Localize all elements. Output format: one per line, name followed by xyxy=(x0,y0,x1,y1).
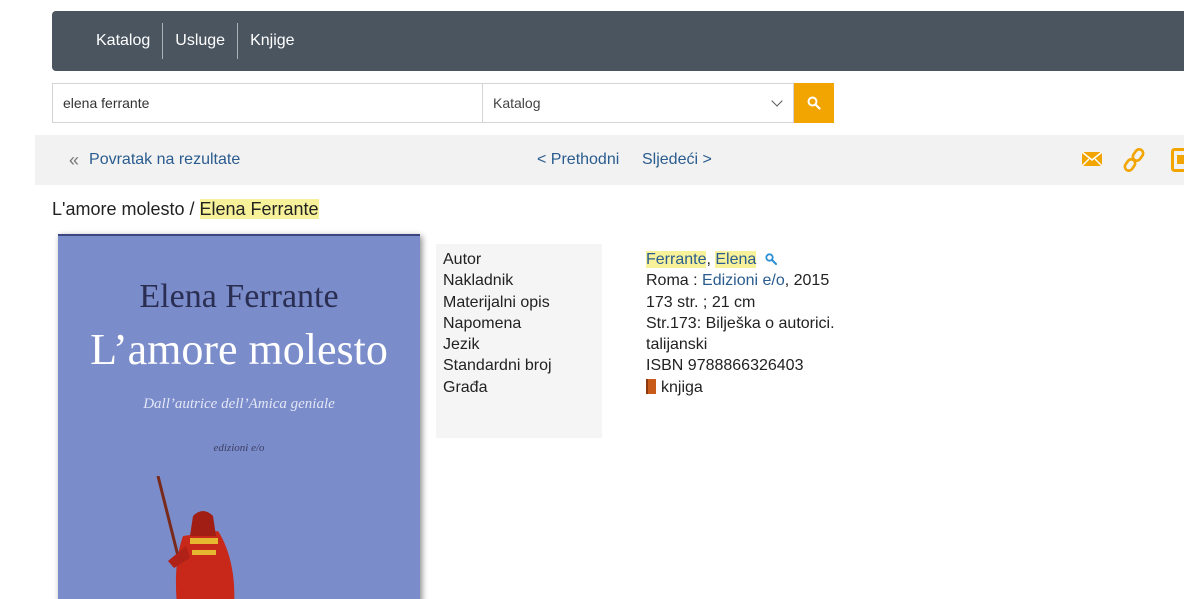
author-firstname-link[interactable]: Elena xyxy=(715,251,757,268)
publisher-year: , 2015 xyxy=(784,272,830,290)
record-field-labels: Autor Nakladnik Materijalni opis Napomen… xyxy=(436,244,602,438)
label-jezik: Jezik xyxy=(443,336,480,354)
label-grada: Građa xyxy=(443,378,488,396)
material-type: knjiga xyxy=(661,378,703,396)
value-materijalni-opis: 173 str. ; 21 cm xyxy=(646,293,756,311)
value-nakladnik: Roma : Edizioni e/o, 2015 xyxy=(646,270,835,291)
link-icon[interactable] xyxy=(1123,148,1145,172)
search-icon xyxy=(807,96,821,110)
value-grada: knjiga xyxy=(646,377,835,398)
cover-subtitle-text: Dall’autrice dell’Amica geniale xyxy=(143,396,335,412)
value-standardni-broj: ISBN 9788866326403 xyxy=(646,357,804,375)
export-icon[interactable] xyxy=(1171,148,1184,172)
search-scope-value: Katalog xyxy=(493,95,541,111)
label-materijalni-opis: Materijalni opis xyxy=(443,293,550,311)
label-napomena: Napomena xyxy=(443,314,522,332)
publisher-place: Roma : xyxy=(646,272,703,290)
cover-author-text: Elena Ferrante xyxy=(139,278,339,315)
nav-katalog[interactable]: Katalog xyxy=(86,21,162,61)
label-standardni-broj: Standardni broj xyxy=(443,357,552,375)
author-lastname-link[interactable]: Ferrante xyxy=(646,251,707,268)
back-to-results-link[interactable]: « Povratak na rezultate xyxy=(69,150,240,171)
cover-publisher-text: edizioni e/o xyxy=(213,442,265,454)
record-title-text: L'amore molesto / xyxy=(52,199,200,219)
record-toolbar: « Povratak na rezultate < Prethodni Slje… xyxy=(35,135,1184,185)
previous-record-link[interactable]: < Prethodni xyxy=(537,151,619,169)
search-button[interactable] xyxy=(794,83,834,123)
back-to-results-label: Povratak na rezultate xyxy=(89,151,241,168)
next-record-link[interactable]: Sljedeći > xyxy=(642,151,712,169)
label-nakladnik: Nakladnik xyxy=(443,272,514,290)
chevron-down-icon xyxy=(771,95,783,107)
book-icon xyxy=(646,378,656,394)
search-scope-select[interactable]: Katalog xyxy=(482,83,794,123)
label-autor: Autor xyxy=(443,251,482,268)
cover-illustration xyxy=(156,476,235,599)
search-bar: Katalog xyxy=(52,83,834,123)
record-title-author: Elena Ferrante xyxy=(199,199,319,219)
nav-knjige[interactable]: Knjige xyxy=(238,21,306,61)
search-input[interactable] xyxy=(52,83,482,123)
value-autor: Ferrante, Elena xyxy=(646,249,835,270)
record-title: L'amore molesto / Elena Ferrante xyxy=(52,199,319,220)
value-napomena: Str.173: Bilješka o autorici. xyxy=(646,314,835,332)
search-icon[interactable] xyxy=(765,253,777,265)
top-navbar: Katalog Usluge Knjige xyxy=(52,11,1184,71)
cover-title-text: L’amore molesto xyxy=(90,325,388,374)
double-chevron-left-icon: « xyxy=(69,149,80,170)
nav-usluge[interactable]: Usluge xyxy=(163,21,237,61)
value-jezik: talijanski xyxy=(646,336,708,354)
book-cover-image: Elena Ferrante L’amore molesto Dall’autr… xyxy=(58,234,420,599)
record-field-values: Ferrante, Elena Roma : Edizioni e/o, 201… xyxy=(646,249,835,398)
publisher-link[interactable]: Edizioni e/o xyxy=(702,272,785,289)
email-icon[interactable] xyxy=(1081,148,1103,170)
